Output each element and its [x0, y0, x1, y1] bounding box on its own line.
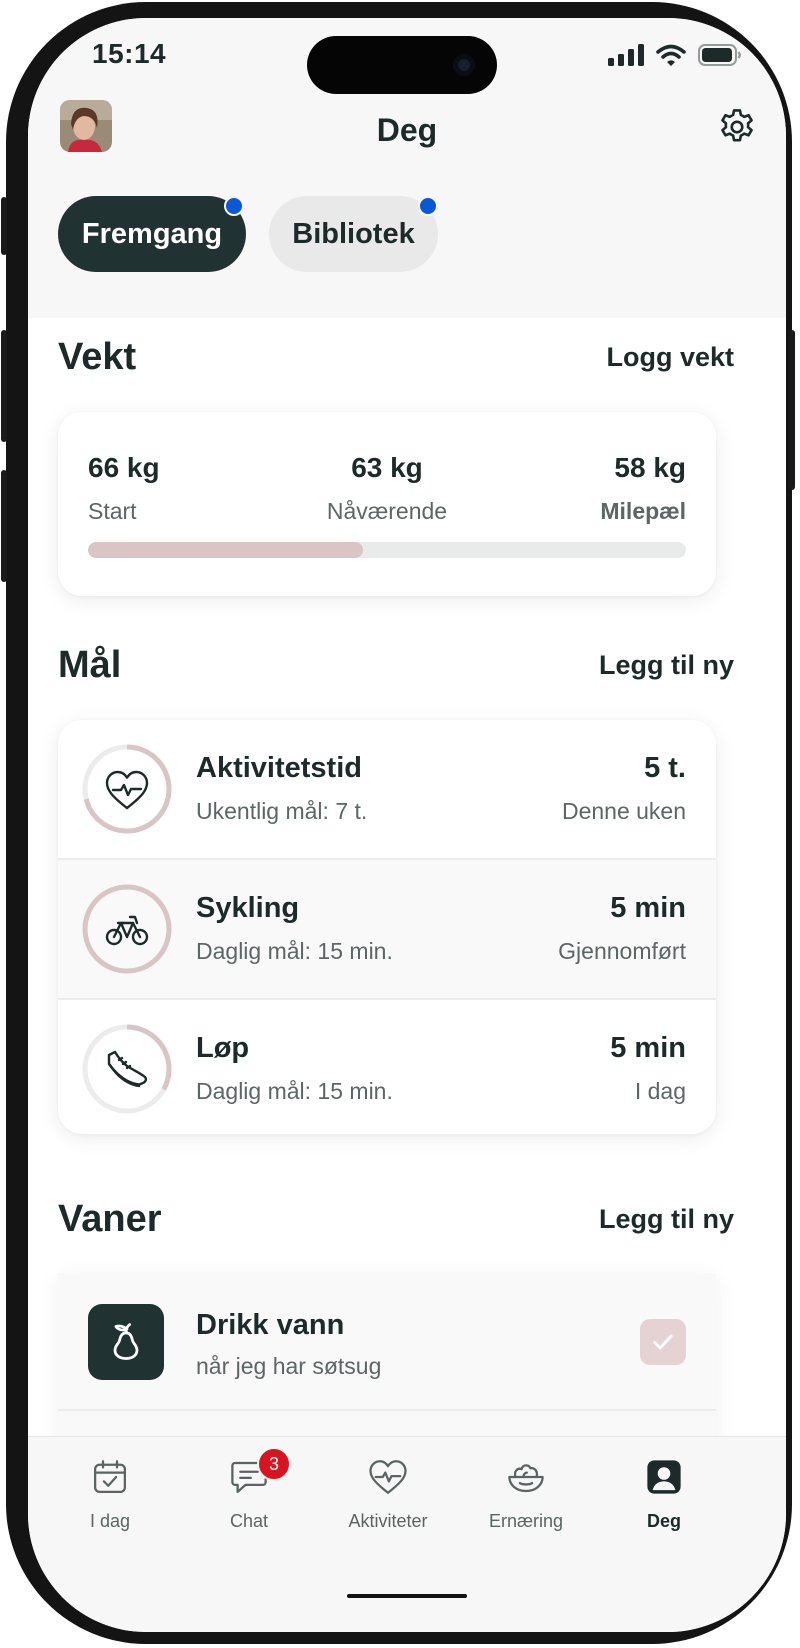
heart-pulse-icon	[369, 1460, 407, 1494]
section-title-weight: Vekt	[58, 336, 137, 378]
notification-dot	[418, 196, 438, 216]
goal-value: 5 min	[610, 1032, 686, 1064]
add-habit-button[interactable]: Legg til ny	[599, 1204, 734, 1235]
weight-milestone-label: Milepæl	[600, 498, 686, 524]
volume-up-button	[1, 330, 7, 442]
goal-name: Sykling	[196, 892, 300, 924]
goal-name: Løp	[196, 1032, 250, 1064]
tab-label: Fremgang	[81, 217, 223, 250]
app-header: Deg	[28, 98, 786, 178]
goal-target: Daglig mål: 15 min.	[196, 1078, 393, 1104]
goal-target: Daglig mål: 15 min.	[196, 938, 393, 964]
wifi-icon	[656, 44, 686, 66]
goal-period: I dag	[634, 1078, 686, 1104]
weight-milestone: 58 kg Milepæl	[600, 452, 686, 525]
status-time: 15:14	[92, 38, 167, 69]
running-shoe-icon	[107, 1050, 148, 1088]
nav-label: Aktiviteter	[348, 1511, 428, 1531]
checkmark-icon	[653, 1334, 673, 1350]
heart-pulse-icon	[105, 770, 149, 810]
divider	[58, 1409, 716, 1411]
nav-icon-wrap	[318, 1455, 458, 1499]
section-title-goals: Mål	[58, 644, 122, 686]
nav-icon-wrap	[594, 1455, 734, 1499]
power-button	[789, 330, 795, 490]
weight-milestone-value: 58 kg	[614, 452, 686, 483]
tab-fremgang[interactable]: Fremgang	[58, 196, 246, 272]
nav-item-activities[interactable]: Aktiviteter	[318, 1455, 458, 1532]
tab-bibliotek[interactable]: Bibliotek	[269, 196, 438, 272]
gear-icon	[721, 109, 753, 142]
goal-row-activity[interactable]: Aktivitetstid Ukentlig mål: 7 t. 5 t. De…	[58, 720, 716, 858]
goal-value: 5 min	[610, 892, 686, 924]
goal-progress-ring	[82, 744, 172, 834]
screen: 15:14 Deg Fremgang Bibliotek Vekt Logg v…	[28, 18, 786, 1632]
calendar-check-icon	[93, 1460, 127, 1494]
goal-status: Gjennomført	[558, 938, 686, 964]
home-indicator	[347, 1594, 467, 1598]
action-button	[1, 197, 7, 255]
battery-icon	[698, 44, 741, 66]
goal-progress-ring	[82, 884, 172, 974]
goal-row-cycling[interactable]: Sykling Daglig mål: 15 min. 5 min Gjenno…	[58, 860, 716, 998]
bicycle-icon	[105, 915, 149, 946]
goal-target: Ukentlig mål: 7 t.	[196, 798, 368, 824]
nav-icon-wrap	[40, 1455, 180, 1499]
nav-item-me[interactable]: Deg	[594, 1455, 734, 1532]
section-title-habits: Vaner	[58, 1198, 162, 1240]
goal-value: 5 t.	[644, 752, 686, 784]
nav-item-nutrition[interactable]: Ernæring	[456, 1455, 596, 1532]
status-icons	[608, 44, 742, 66]
camera-icon	[453, 54, 475, 76]
notification-dot	[224, 196, 244, 216]
volume-down-button	[1, 470, 7, 582]
habit-name: Drikk vann	[196, 1309, 345, 1341]
bottom-navigation: I dag 3 Chat Aktiviteter Ernæring Deg	[28, 1436, 786, 1632]
settings-button[interactable]	[716, 106, 758, 153]
nav-label: Deg	[646, 1511, 681, 1531]
goal-progress-ring	[82, 1024, 172, 1114]
nav-icon-wrap	[456, 1455, 596, 1499]
pear-icon	[113, 1323, 139, 1360]
tab-label: Bibliotek	[292, 217, 415, 250]
log-weight-button[interactable]: Logg vekt	[606, 342, 734, 373]
phone-frame: 15:14 Deg Fremgang Bibliotek Vekt Logg v…	[1, 2, 795, 1644]
nav-label: Chat	[229, 1511, 269, 1531]
nav-item-today[interactable]: I dag	[40, 1455, 180, 1532]
person-icon	[647, 1460, 681, 1494]
nav-label: Ernæring	[488, 1511, 564, 1531]
habit-trigger: når jeg har søtsug	[196, 1353, 382, 1379]
weight-card[interactable]: 66 kg Start 63 kg Nåværende 58 kg Milepæ…	[58, 412, 716, 596]
habit-checkbox[interactable]	[640, 1319, 686, 1365]
dynamic-island	[307, 36, 497, 94]
nav-item-chat[interactable]: 3 Chat	[179, 1447, 319, 1532]
weight-progress-bar	[88, 542, 686, 558]
chat-unread-badge: 3	[257, 1447, 291, 1481]
nav-label: I dag	[89, 1511, 131, 1531]
add-goal-button[interactable]: Legg til ny	[599, 650, 734, 681]
goal-period: Denne uken	[561, 798, 686, 824]
goals-card: Aktivitetstid Ukentlig mål: 7 t. 5 t. De…	[58, 720, 716, 1134]
page-title: Deg	[376, 112, 438, 148]
status-bar: 15:14	[28, 18, 786, 98]
weight-progress-fill	[88, 542, 364, 558]
cellular-signal-icon	[608, 44, 644, 66]
salad-bowl-icon	[508, 1464, 544, 1493]
nav-icon-wrap: 3	[179, 1447, 319, 1499]
goal-row-running[interactable]: Løp Daglig mål: 15 min. 5 min I dag	[58, 1000, 716, 1134]
habit-icon-tile	[88, 1304, 164, 1380]
goal-name: Aktivitetstid	[196, 752, 362, 784]
habit-card[interactable]: Drikk vann når jeg har søtsug	[58, 1273, 716, 1453]
